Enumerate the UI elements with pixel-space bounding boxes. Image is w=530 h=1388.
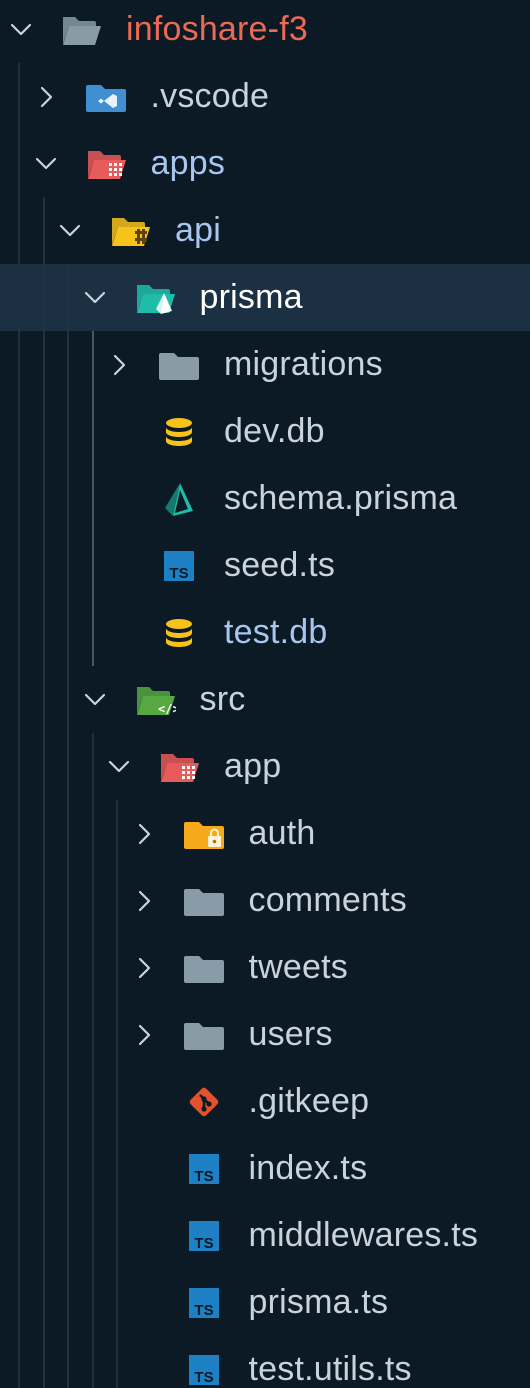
- item-label: schema.prisma: [224, 479, 458, 517]
- item-label: apps: [150, 144, 226, 182]
- chevron-right-icon[interactable]: [127, 817, 161, 851]
- chevron-down-icon[interactable]: [102, 750, 136, 784]
- indent-guide: [91, 733, 94, 1388]
- svg-text:TS: TS: [194, 1369, 213, 1386]
- item-label: .vscode: [150, 77, 270, 115]
- api-folder-icon: [109, 213, 151, 249]
- item-label: tweets: [248, 948, 348, 986]
- folder-icon: [183, 1017, 225, 1053]
- item-label: .gitkeep: [248, 1082, 370, 1120]
- svg-text:TS: TS: [194, 1168, 213, 1185]
- vscode-folder-icon: [85, 79, 127, 115]
- item-label: test.utils.ts: [248, 1350, 412, 1388]
- folder-row-app[interactable]: app: [0, 733, 530, 800]
- svg-text:TS: TS: [194, 1235, 213, 1252]
- src-folder-icon: </>: [134, 682, 176, 718]
- folder-icon: [183, 883, 225, 919]
- chevron-down-icon[interactable]: [53, 214, 87, 248]
- chevron-right-icon[interactable]: [127, 951, 161, 985]
- item-label: dev.db: [224, 412, 325, 450]
- item-label: infoshare-f3: [126, 10, 308, 48]
- database-icon: [158, 414, 200, 450]
- chevron-down-icon[interactable]: [78, 281, 112, 315]
- folder-row-comments[interactable]: comments: [0, 867, 530, 934]
- database-icon: [158, 615, 200, 651]
- prisma-folder-icon: [134, 280, 176, 316]
- folder-icon: [158, 347, 200, 383]
- item-label: prisma.ts: [248, 1283, 389, 1321]
- apps-folder-icon: [85, 146, 127, 182]
- folder-row-vscode[interactable]: .vscode: [0, 63, 530, 130]
- typescript-icon: TS: [183, 1218, 225, 1254]
- typescript-icon: TS: [183, 1285, 225, 1321]
- indent-guide: [18, 63, 20, 1388]
- file-row-gitkeep[interactable]: .gitkeep: [0, 1068, 530, 1135]
- indent-guide: [67, 264, 69, 1388]
- open-folder-icon: [60, 12, 102, 48]
- typescript-icon: TS: [158, 548, 200, 584]
- item-label: index.ts: [248, 1149, 368, 1187]
- item-label: middlewares.ts: [248, 1216, 479, 1254]
- item-label: users: [248, 1015, 333, 1053]
- file-row-schema-prisma[interactable]: schema.prisma: [0, 465, 530, 532]
- typescript-icon: TS: [183, 1151, 225, 1187]
- file-row-middlewares-ts[interactable]: TS middlewares.ts: [0, 1202, 530, 1269]
- item-label: test.db: [224, 613, 328, 651]
- item-label: app: [224, 747, 282, 785]
- folder-row-apps[interactable]: apps: [0, 130, 530, 197]
- typescript-icon: TS: [183, 1352, 225, 1388]
- folder-row-src[interactable]: </> src: [0, 666, 530, 733]
- file-explorer-tree: infoshare-f3 .vscode apps api prisma mig…: [0, 0, 530, 1388]
- item-label: comments: [248, 881, 407, 919]
- folder-row-migrations[interactable]: migrations: [0, 331, 530, 398]
- item-label: auth: [248, 814, 316, 852]
- item-label: migrations: [224, 345, 383, 383]
- chevron-down-icon[interactable]: [29, 147, 63, 181]
- folder-row-api[interactable]: api: [0, 197, 530, 264]
- folder-row-infoshare-f3[interactable]: infoshare-f3: [0, 0, 530, 63]
- git-icon: [183, 1084, 225, 1120]
- file-row-dev-db[interactable]: dev.db: [0, 398, 530, 465]
- chevron-right-icon[interactable]: [29, 80, 63, 114]
- prisma-file-icon: [158, 481, 200, 517]
- file-row-index-ts[interactable]: TS index.ts: [0, 1135, 530, 1202]
- item-label: prisma: [199, 278, 303, 316]
- indent-guide: [42, 197, 45, 1388]
- file-row-prisma-ts[interactable]: TS prisma.ts: [0, 1269, 530, 1336]
- folder-row-prisma[interactable]: prisma: [0, 264, 530, 331]
- item-label: seed.ts: [224, 546, 336, 584]
- svg-text:</>: </>: [158, 702, 176, 716]
- folder-icon: [183, 950, 225, 986]
- chevron-down-icon[interactable]: [78, 683, 112, 717]
- svg-text:TS: TS: [169, 565, 188, 582]
- indent-guide: [116, 800, 118, 1388]
- item-label: api: [175, 211, 221, 249]
- auth-folder-icon: [183, 816, 225, 852]
- folder-row-tweets[interactable]: tweets: [0, 934, 530, 1001]
- item-label: src: [199, 680, 246, 718]
- indent-guide: [91, 331, 94, 666]
- folder-row-users[interactable]: users: [0, 1001, 530, 1068]
- svg-text:TS: TS: [194, 1302, 213, 1319]
- file-row-test-utils-ts[interactable]: TS test.utils.ts: [0, 1336, 530, 1388]
- file-row-seed-ts[interactable]: TS seed.ts: [0, 532, 530, 599]
- chevron-right-icon[interactable]: [127, 1018, 161, 1052]
- folder-row-auth[interactable]: auth: [0, 800, 530, 867]
- chevron-right-icon[interactable]: [127, 884, 161, 918]
- file-row-test-db[interactable]: test.db: [0, 599, 530, 666]
- apps-folder-icon: [158, 749, 200, 785]
- chevron-down-icon[interactable]: [4, 13, 38, 47]
- chevron-right-icon[interactable]: [102, 348, 136, 382]
